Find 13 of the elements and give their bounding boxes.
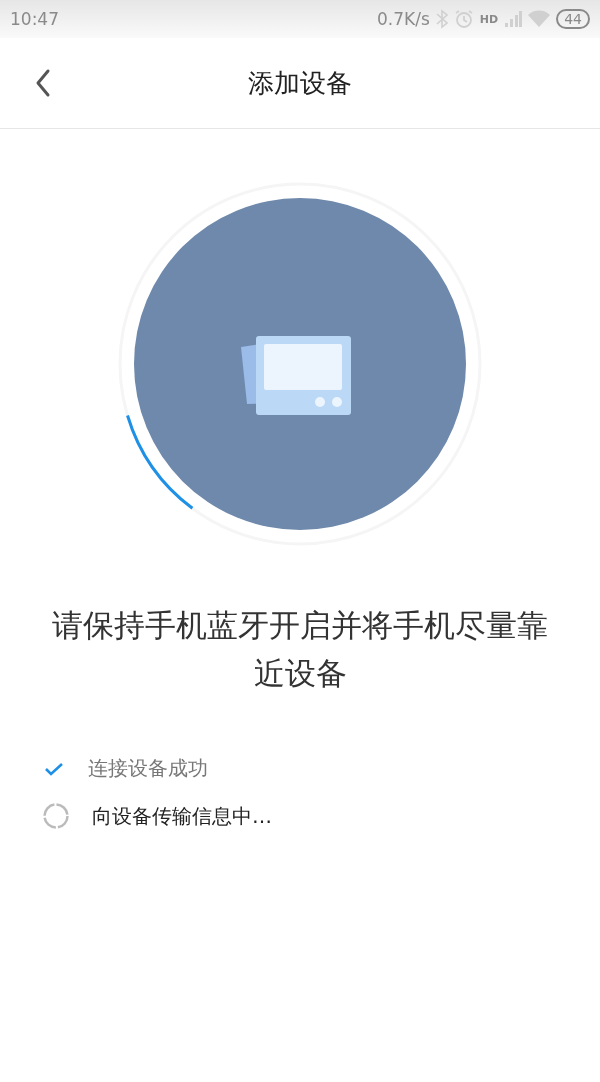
battery-level: 44: [556, 9, 590, 29]
alarm-icon: [453, 9, 474, 29]
device-icon: [241, 336, 351, 415]
bluetooth-icon: [435, 9, 448, 29]
step-label: 连接设备成功: [88, 755, 208, 782]
wifi-icon: [528, 10, 551, 28]
signal-icon: [504, 10, 523, 28]
clock: 10:47: [10, 9, 59, 29]
step-label: 向设备传输信息中…: [92, 802, 272, 830]
network-type-label: HD: [479, 12, 499, 26]
instruction-text: 请保持手机蓝牙开启并将手机尽量靠近设备: [51, 606, 549, 693]
network-speed: 0.7K/s: [377, 9, 430, 29]
page-title: 添加设备: [248, 66, 352, 100]
